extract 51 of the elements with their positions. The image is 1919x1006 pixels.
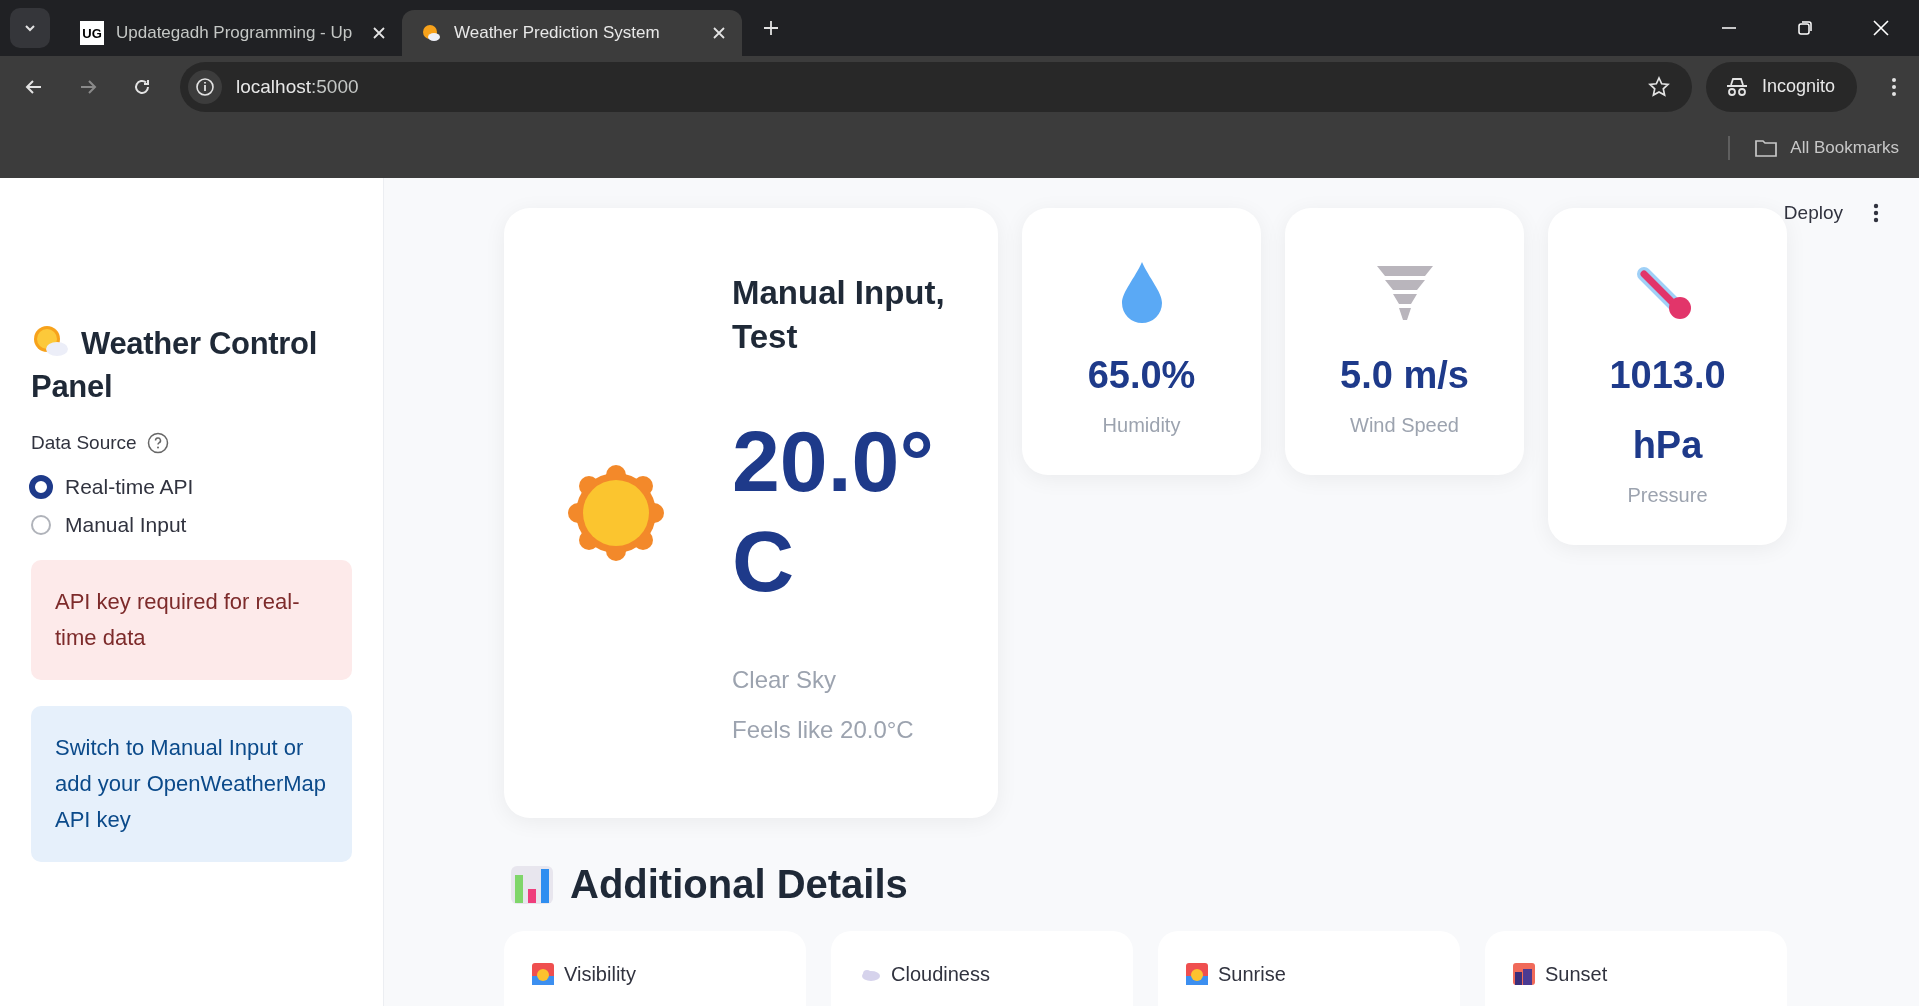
- browser-tab[interactable]: Weather Prediction System: [402, 10, 742, 56]
- bar-chart-icon: [510, 864, 554, 905]
- detail-label: Sunrise: [1218, 963, 1286, 986]
- metric-label: Pressure: [1627, 484, 1708, 507]
- sidebar-title: Weather Control Panel: [31, 323, 319, 406]
- metric-value: 1013.0 hPa: [1608, 353, 1727, 468]
- error-alert: API key required for real-time data: [31, 560, 352, 680]
- location-text: Manual Input, Test: [732, 273, 946, 357]
- help-icon[interactable]: [146, 432, 169, 454]
- url-text: localhost:5000: [236, 75, 359, 98]
- radio-option[interactable]: Manual Input: [31, 506, 352, 544]
- radio-button[interactable]: [29, 475, 53, 499]
- city-dusk-icon: [1513, 963, 1535, 985]
- incognito-button[interactable]: Incognito: [1705, 61, 1857, 112]
- metric-value: 65.0%: [1087, 353, 1196, 398]
- radio-button[interactable]: [31, 515, 51, 535]
- browser-tab[interactable]: UG Updategadh Programming - Up: [62, 10, 402, 56]
- deploy-button[interactable]: Deploy: [1783, 202, 1843, 224]
- tab-title: Weather Prediction System: [454, 23, 661, 43]
- temperature-text: 20.0°C: [732, 412, 935, 611]
- info-icon[interactable]: [188, 69, 222, 104]
- detail-label: Visibility: [564, 963, 636, 986]
- metric-label: Wind Speed: [1350, 414, 1459, 437]
- menu-icon[interactable]: [1873, 203, 1879, 223]
- sun-cloud-icon: [31, 324, 69, 358]
- sun-cloud-icon: [420, 22, 442, 44]
- folder-icon: [1754, 137, 1779, 158]
- radio-option[interactable]: Real-time API: [31, 468, 352, 506]
- metric-value: 5.0 m/s: [1340, 353, 1469, 398]
- detail-label: Sunset: [1545, 963, 1608, 986]
- tab-title: Updategadh Programming - Up: [116, 23, 354, 43]
- bookmarks-button[interactable]: All Bookmarks: [1754, 137, 1899, 158]
- new-tab-icon[interactable]: [762, 19, 780, 37]
- restore-icon[interactable]: [1797, 20, 1813, 36]
- field-label: Data Source: [31, 432, 137, 454]
- metric-label: Humidity: [1102, 414, 1181, 437]
- address-bar[interactable]: localhost:5000: [180, 61, 1692, 112]
- section-heading: Additional Details: [510, 862, 1919, 907]
- incognito-icon: [1725, 76, 1748, 97]
- site-logo: UG: [80, 21, 104, 45]
- sunrise-icon: [1186, 963, 1208, 985]
- menu-icon[interactable]: [1891, 76, 1897, 97]
- condition-text: Clear Sky: [732, 665, 838, 695]
- star-icon[interactable]: [1647, 75, 1670, 98]
- detail-label: Cloudiness: [891, 963, 990, 986]
- close-icon[interactable]: [712, 26, 726, 40]
- close-icon[interactable]: [372, 26, 386, 40]
- sun-icon: [568, 465, 664, 561]
- info-alert: Switch to Manual Input or add your OpenWeatherMap API key: [31, 706, 352, 862]
- sunrise-icon: [532, 963, 554, 985]
- feels-like-text: Feels like 20.0°C: [732, 715, 915, 745]
